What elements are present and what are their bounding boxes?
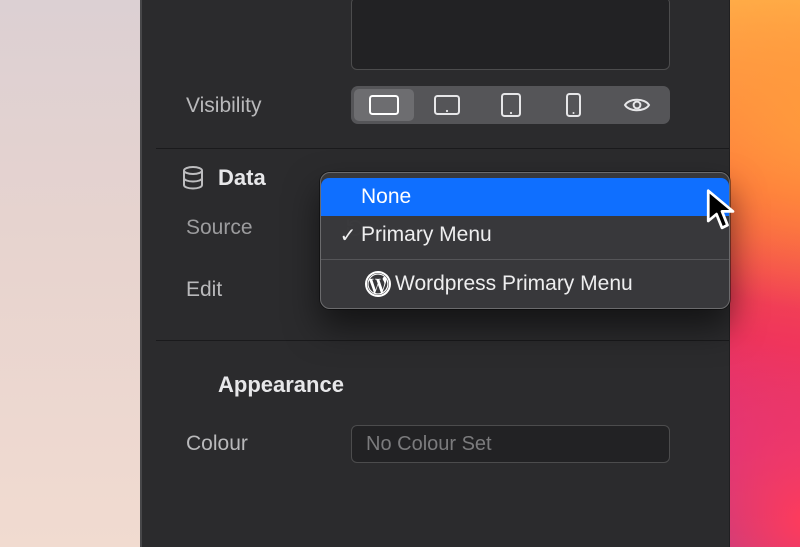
data-section-header[interactable]: Data — [182, 165, 266, 191]
source-dropdown-menu: None ✓ Primary Menu Wordpress Primary Me… — [320, 172, 730, 309]
checkmark-icon: ✓ — [335, 223, 361, 248]
desktop-wallpaper-left — [0, 0, 140, 547]
visibility-tablet-landscape[interactable] — [417, 89, 477, 121]
visibility-tablet-portrait[interactable] — [480, 89, 540, 121]
visibility-label: Visibility — [156, 94, 336, 118]
text-area[interactable] — [351, 0, 670, 70]
colour-placeholder: No Colour Set — [366, 433, 492, 456]
section-divider — [156, 148, 729, 149]
dropdown-item-label: Wordpress Primary Menu — [395, 272, 633, 296]
dropdown-item-primary-menu[interactable]: ✓ Primary Menu — [321, 216, 729, 254]
appearance-section-title: Appearance — [218, 372, 344, 398]
visibility-preview[interactable] — [607, 89, 667, 121]
appearance-section-header[interactable]: Appearance — [218, 372, 344, 398]
inspector-panel: Visibility — [140, 0, 730, 547]
source-label: Source — [156, 216, 336, 240]
data-section-title: Data — [218, 165, 266, 191]
dropdown-item-none[interactable]: None — [321, 178, 729, 216]
desktop-wallpaper-right — [730, 0, 800, 547]
colour-label: Colour — [156, 432, 336, 456]
colour-field[interactable]: No Colour Set — [351, 425, 670, 463]
section-divider-2 — [156, 340, 729, 341]
edit-label: Edit — [156, 278, 336, 302]
colour-row: Colour No Colour Set — [156, 432, 729, 456]
visibility-segmented-control[interactable] — [351, 86, 670, 124]
wordpress-icon — [361, 271, 395, 297]
database-icon — [182, 166, 204, 190]
visibility-row: Visibility — [156, 86, 729, 126]
dropdown-item-wordpress-primary-menu[interactable]: Wordpress Primary Menu — [321, 265, 729, 303]
dropdown-item-label: Primary Menu — [361, 223, 492, 247]
dropdown-separator — [321, 259, 729, 260]
dropdown-item-label: None — [361, 185, 411, 209]
visibility-desktop[interactable] — [354, 89, 414, 121]
visibility-phone[interactable] — [544, 89, 604, 121]
